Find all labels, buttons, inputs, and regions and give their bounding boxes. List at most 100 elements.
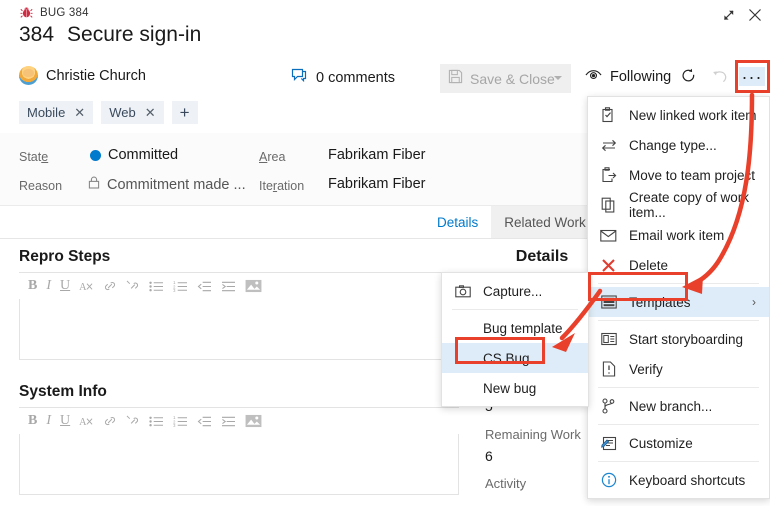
menu-item-change-type[interactable]: Change type...: [588, 130, 769, 160]
tags-row: Mobile ✕ Web ✕ +: [19, 101, 198, 124]
templates-submenu: Capture... Bug template CS Bug New bug: [441, 272, 589, 407]
italic-icon[interactable]: I: [46, 413, 51, 429]
refresh-button[interactable]: [680, 68, 697, 90]
submenu-item-label: New bug: [483, 380, 537, 396]
work-item-title[interactable]: Secure sign-in: [67, 23, 201, 47]
link-icon[interactable]: [103, 415, 117, 428]
tag-item[interactable]: Web ✕: [101, 101, 164, 124]
menu-item-start-storyboarding[interactable]: Start storyboarding: [588, 324, 769, 354]
comment-icon: [291, 68, 307, 88]
outdent-icon[interactable]: [197, 415, 212, 428]
assignee-name: Christie Church: [46, 67, 146, 84]
submenu-item-bug-template[interactable]: Bug template: [442, 313, 588, 343]
tag-remove-icon[interactable]: ✕: [145, 105, 156, 121]
verify-icon: [600, 361, 617, 378]
menu-item-delete[interactable]: Delete: [588, 250, 769, 280]
comments-link[interactable]: 0 comments: [291, 68, 395, 88]
underline-icon[interactable]: U: [60, 413, 70, 429]
menu-separator: [598, 461, 759, 462]
customize-icon: [600, 435, 617, 452]
details-panel: Details: [482, 248, 602, 266]
tab-details[interactable]: Details: [424, 206, 492, 238]
italic-icon[interactable]: I: [46, 278, 51, 294]
menu-separator: [598, 424, 759, 425]
change-type-icon: [600, 137, 617, 154]
field-value-state[interactable]: Committed: [90, 147, 178, 163]
menu-item-verify[interactable]: Verify: [588, 354, 769, 384]
info-icon: [600, 472, 617, 489]
field-value-reason: Commitment made ...: [88, 176, 246, 193]
numbered-list-icon[interactable]: 123: [173, 415, 188, 428]
submenu-item-label: CS Bug: [483, 350, 530, 366]
menu-item-label: Change type...: [629, 137, 717, 153]
add-tag-button[interactable]: +: [171, 101, 198, 124]
field-value-area[interactable]: Fabrikam Fiber: [328, 147, 426, 163]
menu-item-move-to-team-project[interactable]: Move to team project: [588, 160, 769, 190]
expand-icon[interactable]: [722, 8, 736, 27]
indent-icon[interactable]: [221, 280, 236, 293]
close-icon[interactable]: [748, 8, 762, 27]
more-actions-button[interactable]: ···: [739, 67, 765, 86]
field-value-iteration[interactable]: Fabrikam Fiber: [328, 176, 426, 192]
menu-item-keyboard-shortcuts[interactable]: Keyboard shortcuts: [588, 465, 769, 495]
system-info-text-area[interactable]: [20, 434, 458, 494]
state-dot-icon: [90, 149, 101, 161]
menu-item-create-copy-of-work-item[interactable]: Create copy of work item...: [588, 190, 769, 220]
image-icon[interactable]: [245, 414, 262, 428]
tag-item[interactable]: Mobile ✕: [19, 101, 94, 124]
bold-icon[interactable]: B: [28, 278, 37, 294]
submenu-item-new-bug[interactable]: New bug: [442, 373, 588, 403]
submenu-item-capture[interactable]: Capture...: [442, 276, 588, 306]
outdent-icon[interactable]: [197, 280, 212, 293]
submenu-item-label: Capture...: [483, 283, 543, 299]
unlink-icon[interactable]: [126, 415, 140, 428]
section-system-info: System Info B I U A 123: [19, 383, 459, 495]
menu-separator: [598, 283, 759, 284]
bold-icon[interactable]: B: [28, 413, 37, 429]
numbered-list-icon[interactable]: 123: [173, 280, 188, 293]
menu-item-new-branch[interactable]: New branch...: [588, 391, 769, 421]
tag-remove-icon[interactable]: ✕: [74, 105, 85, 121]
submenu-item-cs-bug[interactable]: CS Bug: [442, 343, 588, 373]
rich-text-toolbar: B I U A 123: [19, 273, 459, 299]
clear-format-icon[interactable]: A: [79, 280, 94, 293]
image-icon[interactable]: [245, 279, 262, 293]
chevron-right-icon: ›: [752, 295, 756, 309]
save-and-close-button[interactable]: Save & Close: [440, 64, 571, 93]
templates-icon: [600, 294, 617, 311]
svg-text:A: A: [79, 282, 87, 293]
menu-item-label: Email work item: [629, 227, 725, 243]
repro-steps-text-area[interactable]: [20, 299, 458, 359]
menu-item-label: Delete: [629, 257, 669, 273]
following-button[interactable]: Following: [585, 68, 671, 86]
underline-icon[interactable]: U: [60, 278, 70, 294]
tag-label: Mobile: [27, 105, 66, 120]
email-icon: [600, 227, 617, 244]
repro-steps-editor[interactable]: [19, 299, 459, 360]
link-icon[interactable]: [103, 280, 117, 293]
chevron-down-icon[interactable]: [554, 76, 562, 80]
menu-item-templates[interactable]: Templates ›: [588, 287, 769, 317]
menu-item-label: Start storyboarding: [629, 331, 744, 347]
indent-icon[interactable]: [221, 415, 236, 428]
menu-item-new-linked-work-item[interactable]: New linked work item: [588, 100, 769, 130]
delete-icon: [600, 257, 617, 274]
ellipsis-icon: ···: [741, 66, 763, 87]
field-label-area: Area: [259, 150, 286, 164]
work-item-type-row: BUG 384: [20, 6, 89, 19]
menu-item-email-work-item[interactable]: Email work item: [588, 220, 769, 250]
menu-separator: [598, 387, 759, 388]
bullet-list-icon[interactable]: [149, 280, 164, 293]
menu-item-customize[interactable]: Customize: [588, 428, 769, 458]
work-item-dialog: BUG 384 384 Secure sign-in Christie Chur…: [0, 0, 770, 506]
clear-format-icon[interactable]: A: [79, 415, 94, 428]
unlink-icon[interactable]: [126, 280, 140, 293]
work-item-type-label: BUG 384: [40, 6, 89, 19]
undo-button[interactable]: [712, 68, 729, 90]
menu-item-label: Templates: [629, 294, 691, 310]
rich-text-toolbar: B I U A 123: [19, 408, 459, 434]
field-label-state: State: [19, 150, 49, 164]
bullet-list-icon[interactable]: [149, 415, 164, 428]
system-info-editor[interactable]: [19, 434, 459, 495]
avatar: [19, 66, 38, 85]
